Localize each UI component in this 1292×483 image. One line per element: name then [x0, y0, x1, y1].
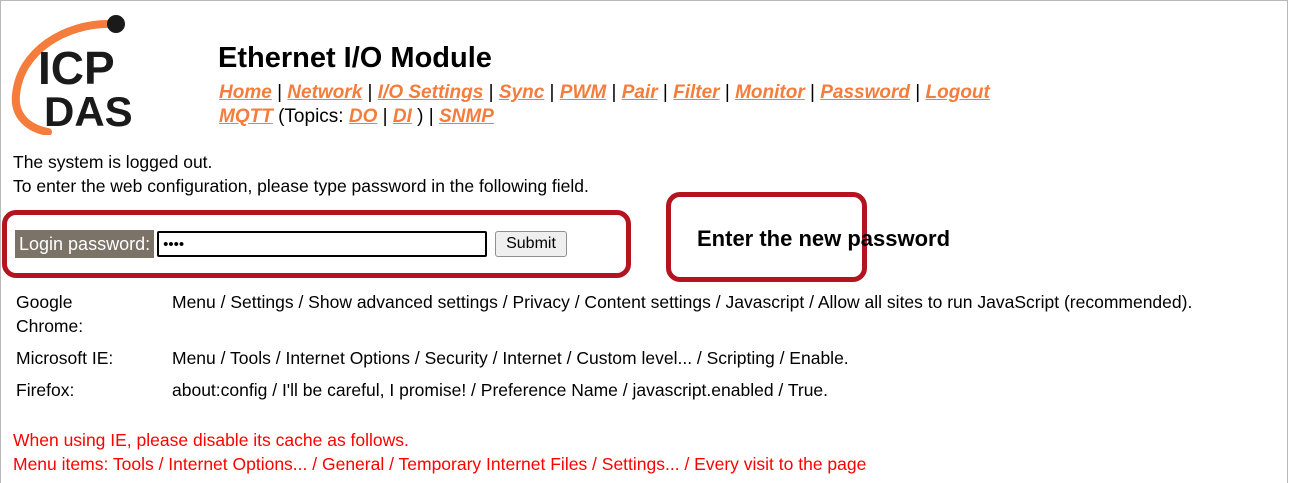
callout-text: Enter the new password: [697, 226, 951, 251]
browser-steps-firefox: about:config / I'll be careful, I promis…: [172, 380, 829, 400]
nav-topics-suffix: ): [417, 106, 424, 127]
nav-separator: |: [611, 82, 617, 103]
nav-separator: |: [724, 82, 730, 103]
logo-text-icp: ICP: [38, 42, 115, 94]
nav-link-snmp[interactable]: SNMP: [439, 106, 494, 127]
ie-cache-warning: When using IE, please disable its cache …: [13, 428, 866, 476]
frame-left-border: [0, 0, 1, 483]
nav-separator: |: [915, 82, 921, 103]
browser-name-firefox: Firefox:: [16, 380, 75, 400]
login-highlight-box: [2, 210, 631, 278]
nav-link-network[interactable]: Network: [287, 82, 362, 103]
nav-menu: Home | Network | I/O Settings | Sync | P…: [219, 81, 990, 129]
ie-cache-warning-line-2: Menu items: Tools / Internet Options... …: [13, 454, 867, 474]
nav-link-home[interactable]: Home: [219, 82, 272, 103]
nav-link-di[interactable]: DI: [393, 106, 412, 127]
nav-separator: |: [277, 82, 283, 103]
icpdas-logo: ICP DAS: [11, 15, 133, 135]
table-row: Firefox: about:config / I'll be careful,…: [16, 378, 1192, 410]
nav-link-monitor[interactable]: Monitor: [735, 82, 805, 103]
nav-separator: |: [428, 106, 434, 127]
nav-link-password[interactable]: Password: [820, 82, 910, 103]
nav-link-do[interactable]: DO: [349, 106, 378, 127]
browser-steps-chrome: Menu / Settings / Show advanced settings…: [172, 292, 1193, 312]
browser-name-ie: Microsoft IE:: [16, 348, 114, 368]
nav-row-2: MQTT (Topics: DO | DI ) | SNMP: [219, 105, 990, 129]
nav-link-mqtt[interactable]: MQTT: [219, 106, 273, 127]
table-row: Google Chrome: Menu / Settings / Show adv…: [16, 290, 1192, 346]
nav-row-1: Home | Network | I/O Settings | Sync | P…: [219, 81, 990, 105]
nav-separator: |: [382, 106, 388, 127]
table-row: Microsoft IE: Menu / Tools / Internet Op…: [16, 346, 1192, 378]
nav-topics-prefix: (Topics:: [278, 106, 349, 127]
logout-message-line-2: To enter the web configuration, please t…: [13, 176, 589, 196]
logo-text-das: DAS: [44, 88, 133, 135]
nav-link-filter[interactable]: Filter: [673, 82, 719, 103]
browser-name-chrome: Google Chrome:: [16, 292, 84, 336]
nav-separator: |: [662, 82, 668, 103]
browser-settings-table: Google Chrome: Menu / Settings / Show adv…: [16, 290, 1192, 410]
nav-link-pwm[interactable]: PWM: [560, 82, 606, 103]
nav-separator: |: [549, 82, 555, 103]
page-title: Ethernet I/O Module: [218, 42, 492, 74]
frame-right-border: [1287, 0, 1288, 483]
browser-steps-ie: Menu / Tools / Internet Options / Securi…: [172, 348, 849, 368]
nav-separator: |: [810, 82, 815, 103]
nav-link-pair[interactable]: Pair: [622, 82, 658, 103]
logout-message: The system is logged out. To enter the w…: [13, 150, 589, 198]
nav-separator: |: [367, 82, 373, 103]
ie-cache-warning-line-1: When using IE, please disable its cache …: [13, 430, 409, 450]
logout-message-line-1: The system is logged out.: [13, 152, 213, 172]
nav-link-sync[interactable]: Sync: [499, 82, 544, 103]
frame-top-border: [0, 0, 1288, 1]
nav-separator: |: [488, 82, 494, 103]
nav-link-io-settings[interactable]: I/O Settings: [378, 82, 484, 103]
nav-link-logout[interactable]: Logout: [926, 82, 990, 103]
